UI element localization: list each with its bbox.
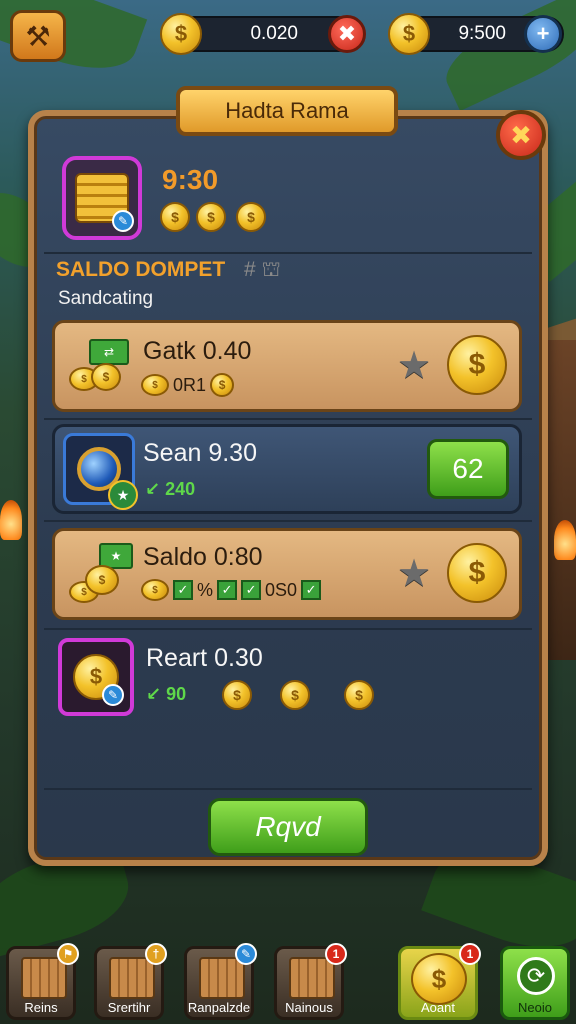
coin-icon: $ xyxy=(344,680,374,710)
wallet-row-sub-text: % xyxy=(197,579,214,600)
favorite-star-icon[interactable]: ★ xyxy=(397,343,431,388)
coin-icon: $ xyxy=(210,373,235,397)
cash-coins-icon: ★ $ $ xyxy=(69,543,133,607)
section-icons: # ⛫ xyxy=(244,258,281,281)
checkbox-icon: ✓ xyxy=(241,580,262,600)
confirm-button[interactable]: Rqvd xyxy=(208,798,368,856)
wallet-row-subtitle: ↙ 240 xyxy=(145,479,195,500)
big-coin-icon: $ xyxy=(447,335,507,395)
coin-counter-left-value: 0.020 xyxy=(250,23,298,44)
section-title: SALDO DOMPET xyxy=(56,258,226,281)
nav-item-label: Nainous xyxy=(285,1000,333,1015)
coin-stack-avatar: ✎ xyxy=(62,156,142,240)
nav-item-neoio[interactable]: ⟳ Neoio xyxy=(500,946,570,1020)
close-x-icon: ✖ xyxy=(510,119,532,150)
nav-badge: ⚑ xyxy=(57,943,79,965)
plus-icon: + xyxy=(536,21,550,46)
nav-item-nainous[interactable]: 1 Nainous xyxy=(274,943,347,1020)
wallet-row-subtitle: $ ✓ % ✓ ✓ 0S0 ✓ xyxy=(141,579,322,601)
wallet-row[interactable]: $ ✎ Reart 0.30 ↙ 90 $ $ $ xyxy=(52,632,522,720)
nav-item-ranpalzde[interactable]: ✎ Ranpalzde xyxy=(184,943,257,1020)
nav-item-label: Neoio xyxy=(518,1000,552,1015)
add-coins-button[interactable]: + xyxy=(524,15,562,53)
close-panel-button[interactable]: ✖ xyxy=(496,110,546,160)
panel-title-text: Hadta Rama xyxy=(225,98,349,123)
wallet-row-title: Sean 9.30 xyxy=(143,439,257,467)
nav-badge: † xyxy=(145,943,167,965)
coin-icon: $ xyxy=(160,202,190,232)
coin-icon: $ xyxy=(141,374,169,396)
crate-icon xyxy=(289,957,335,999)
coin-icon: $ xyxy=(160,13,202,55)
wallet-row[interactable]: ⇄ $ $ Gatk 0.40 $ 0R1 $ ★ $ xyxy=(52,320,522,412)
coin-icon: $ xyxy=(236,202,266,232)
remove-coins-button[interactable]: ✖ xyxy=(328,15,366,53)
magnifier-orb-avatar: ★ xyxy=(63,433,138,510)
cash-coins-icon: ⇄ $ $ xyxy=(69,337,131,397)
close-x-icon: ✖ xyxy=(337,21,357,46)
checkbox-icon: ✓ xyxy=(217,580,238,600)
nav-item-label: Ranpalzde xyxy=(187,1000,251,1015)
wallet-row-title: Saldo 0:80 xyxy=(143,543,263,571)
checkbox-icon: ✓ xyxy=(301,580,322,600)
coin-icon: $ xyxy=(411,953,467,1005)
refresh-icon: ⟳ xyxy=(517,957,555,995)
confirm-button-label: Rqvd xyxy=(255,811,321,842)
torch-flame-decor xyxy=(0,500,22,540)
wallet-row-title: Gatk 0.40 xyxy=(143,337,252,365)
wallet-row-sub-text: ↙ 90 xyxy=(146,684,187,704)
balance-value: 9:30 xyxy=(162,164,219,195)
checkbox-icon: ✓ xyxy=(173,580,193,600)
nav-item-reins[interactable]: ⚑ Reins xyxy=(6,943,79,1020)
nav-item-aoant[interactable]: $ 1 Aoant xyxy=(398,943,481,1020)
star-badge-icon: ★ xyxy=(108,480,138,510)
nav-item-label: Aoant xyxy=(421,1000,455,1015)
wallet-row[interactable]: ★ $ $ Saldo 0:80 $ ✓ % ✓ ✓ 0S0 ✓ ★ $ xyxy=(52,528,522,620)
wallet-row-sub-text: 0S0 xyxy=(265,579,298,600)
hammer-icon: ⚒ xyxy=(25,20,51,52)
crate-icon xyxy=(109,957,155,999)
wallet-row-title: Reart 0.30 xyxy=(146,644,263,672)
claim-button[interactable]: 62 xyxy=(427,439,509,499)
wallet-row[interactable]: ★ Sean 9.30 ↙ 240 62 xyxy=(52,424,522,514)
coin-icon: $ xyxy=(280,680,310,710)
top-bar: ⚒ 0.020 $ ✖ 9:500 $ + xyxy=(0,8,576,62)
panel-title: Hadta Rama xyxy=(176,86,398,136)
divider xyxy=(44,628,532,630)
divider xyxy=(44,418,532,420)
nav-item-srertihr[interactable]: † Srertihr xyxy=(94,943,167,1020)
crate-icon xyxy=(21,957,67,999)
wallet-row-sub-text: 0R1 xyxy=(173,374,207,395)
divider xyxy=(44,252,532,254)
nav-badge: 1 xyxy=(459,943,481,965)
verified-badge-icon: ✎ xyxy=(112,210,134,232)
coin-icon: $ xyxy=(388,13,430,55)
nav-badge: 1 xyxy=(325,943,347,965)
nav-badge: ✎ xyxy=(235,943,257,965)
wallet-row-subtitle: $ 0R1 $ xyxy=(141,373,235,397)
crate-icon xyxy=(199,957,245,999)
wallet-row-subtitle: ↙ 90 xyxy=(146,684,186,705)
coin-avatar: $ ✎ xyxy=(58,638,134,716)
verified-badge-icon: ✎ xyxy=(102,684,124,706)
favorite-star-icon[interactable]: ★ xyxy=(397,551,431,596)
nav-item-label: Srertihr xyxy=(107,1000,151,1015)
coin-icon: $ xyxy=(141,579,169,601)
coin-icon: $ xyxy=(222,680,252,710)
nav-item-label: Reins xyxy=(24,1000,58,1015)
claim-button-label: 62 xyxy=(452,453,484,484)
coin-counter-right-value: 9:500 xyxy=(458,23,506,44)
coin-icon: $ xyxy=(196,202,226,232)
wallet-row-sub-text: ↙ 240 xyxy=(145,479,196,499)
divider xyxy=(44,520,532,522)
hammer-back-button[interactable]: ⚒ xyxy=(10,10,66,62)
divider xyxy=(44,788,532,790)
big-coin-icon: $ xyxy=(447,543,507,603)
section-subtitle: Sandcating xyxy=(58,288,154,309)
torch-flame-decor xyxy=(554,520,576,560)
